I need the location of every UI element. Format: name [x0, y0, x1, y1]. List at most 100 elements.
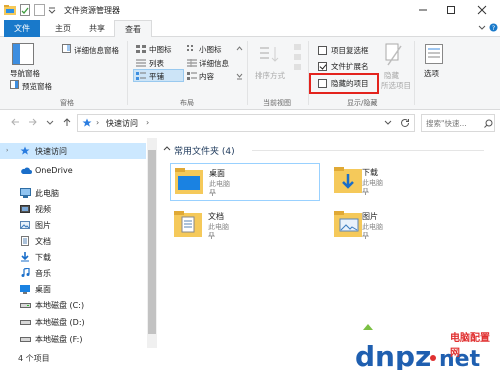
nav-label: 桌面: [35, 285, 51, 294]
options-icon[interactable]: [425, 44, 443, 66]
layout-small-icons[interactable]: 小图标: [199, 44, 222, 55]
watermark-brand: 电脑配置网: [450, 333, 490, 359]
folder-tile-pictures[interactable]: 图片 此电脑: [330, 207, 480, 245]
group-label-current-view: 当前视图: [263, 99, 291, 107]
tab-file[interactable]: 文件: [4, 20, 40, 37]
folder-tile-documents[interactable]: 文档 此电脑: [170, 207, 320, 245]
nav-item-videos[interactable]: 视频: [0, 201, 146, 217]
sort-by-label[interactable]: 排序方式: [255, 70, 285, 81]
refresh-icon[interactable]: [400, 118, 410, 130]
minimize-button[interactable]: [411, 2, 435, 18]
svg-text:dnpz: dnpz: [355, 340, 431, 370]
search-icon[interactable]: [484, 119, 493, 130]
back-button[interactable]: [10, 117, 20, 130]
nav-item-documents[interactable]: 文档: [0, 233, 146, 249]
computer-icon: [20, 188, 31, 198]
nav-label: 本地磁盘 (F:): [35, 335, 83, 344]
breadcrumb-chevron-icon[interactable]: ›: [146, 118, 149, 127]
group-label-layout: 布局: [180, 99, 194, 107]
item-checkboxes-checkbox[interactable]: [318, 46, 327, 55]
expand-ribbon-icon[interactable]: [478, 24, 486, 34]
quick-access-dropdown-icon[interactable]: [48, 6, 56, 18]
address-field[interactable]: › 快速访问 ›: [77, 114, 415, 132]
nav-label: 快速访问: [35, 147, 67, 156]
layout-tiles[interactable]: 平铺: [149, 71, 164, 82]
navigation-pane-icon[interactable]: [12, 43, 34, 67]
ribbon-tab-bar: 文件 主页 共享 查看 ?: [0, 20, 500, 38]
sort-by-icon[interactable]: [259, 44, 281, 68]
pin-icon: [207, 231, 216, 241]
nav-label: 下载: [35, 253, 51, 262]
help-icon[interactable]: ?: [489, 23, 498, 34]
drive-icon: [20, 334, 31, 344]
nav-label: 图片: [35, 221, 51, 230]
layout-medium-icons[interactable]: 中图标: [149, 44, 172, 55]
content-icon: [187, 72, 197, 82]
cloud-icon: [20, 166, 32, 176]
item-checkboxes-label[interactable]: 项目复选框: [331, 45, 369, 56]
pictures-folder-icon: [334, 209, 362, 243]
nav-item-quick-access[interactable]: › 快速访问: [0, 143, 146, 159]
desktop-icon: [20, 284, 30, 294]
tile-location: 此电脑: [362, 179, 383, 187]
hide-selected-label-line2[interactable]: 所选项目: [381, 80, 411, 91]
nav-item-downloads[interactable]: 下载: [0, 249, 146, 265]
nav-item-pictures[interactable]: 图片: [0, 217, 146, 233]
layout-scroll-up-icon[interactable]: [236, 45, 243, 57]
nav-scrollbar-thumb[interactable]: [148, 150, 156, 334]
recent-locations-button[interactable]: [46, 117, 54, 130]
close-button[interactable]: [470, 2, 494, 18]
details-pane-label[interactable]: 详细信息窗格: [74, 45, 119, 56]
maximize-button[interactable]: [439, 2, 463, 18]
forward-button[interactable]: [28, 117, 38, 130]
nav-label: 视频: [35, 205, 51, 214]
nav-item-desktop[interactable]: 桌面: [0, 281, 146, 297]
small-icons-icon: [187, 45, 197, 55]
preview-pane-icon[interactable]: [10, 80, 19, 91]
file-extensions-label[interactable]: 文件扩展名: [331, 61, 369, 72]
drive-icon: [20, 300, 31, 310]
collapse-arrow-icon[interactable]: ›: [6, 147, 8, 154]
section-divider: [252, 150, 484, 151]
nav-item-music[interactable]: 音乐: [0, 265, 146, 281]
preview-pane-label[interactable]: 预览窗格: [22, 81, 52, 92]
properties-icon[interactable]: [20, 4, 30, 16]
nav-item-onedrive[interactable]: OneDrive: [0, 163, 146, 179]
content-scrollbar[interactable]: [486, 138, 500, 348]
hide-selected-items-icon[interactable]: [385, 43, 403, 69]
options-label[interactable]: 选项: [424, 68, 439, 79]
breadcrumb-quick-access[interactable]: 快速访问: [106, 118, 138, 129]
tab-view[interactable]: 查看: [114, 20, 152, 38]
folder-tile-downloads[interactable]: 下载 此电脑: [330, 163, 480, 201]
layout-expand-icon[interactable]: [236, 71, 243, 83]
navigation-pane-label[interactable]: 导航窗格: [10, 68, 40, 79]
video-icon: [20, 204, 30, 214]
address-dropdown-icon[interactable]: [384, 119, 392, 129]
nav-label: 本地磁盘 (C:): [35, 301, 85, 310]
new-folder-icon[interactable]: [34, 4, 45, 16]
details-pane-icon[interactable]: [62, 44, 71, 55]
file-extensions-checkbox[interactable]: [318, 62, 327, 71]
nav-item-drive-d[interactable]: 本地磁盘 (D:): [0, 314, 146, 330]
breadcrumb-separator-icon[interactable]: ›: [96, 118, 99, 127]
layout-details[interactable]: 详细信息: [199, 58, 229, 69]
list-icon: [136, 59, 146, 69]
pin-icon: [361, 187, 370, 197]
folder-tile-desktop[interactable]: 桌面 此电脑: [170, 163, 320, 201]
section-collapse-icon[interactable]: [163, 145, 171, 155]
tab-share[interactable]: 共享: [81, 20, 113, 37]
up-button[interactable]: [62, 117, 72, 130]
nav-item-drive-f[interactable]: 本地磁盘 (F:): [0, 331, 146, 347]
details-icon: [187, 59, 197, 69]
medium-icons-icon: [136, 45, 146, 55]
nav-item-this-pc[interactable]: 此电脑: [0, 185, 146, 201]
svg-text:?: ?: [492, 24, 495, 32]
layout-content[interactable]: 内容: [199, 71, 214, 82]
search-field[interactable]: 搜索"快速...: [421, 114, 495, 132]
tab-home[interactable]: 主页: [47, 20, 79, 37]
explorer-app-icon[interactable]: [4, 4, 16, 16]
hidden-items-highlight-box: [309, 73, 379, 94]
ribbon-separator: [247, 41, 248, 105]
nav-item-drive-c[interactable]: 本地磁盘 (C:): [0, 297, 146, 313]
layout-list[interactable]: 列表: [149, 58, 164, 69]
